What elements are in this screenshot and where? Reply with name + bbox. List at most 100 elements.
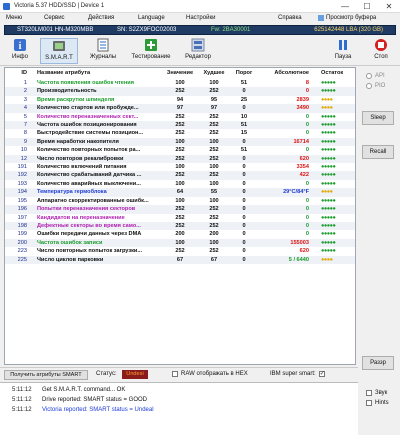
test-tab-button[interactable]: Тестирование [128, 38, 174, 64]
table-row[interactable]: 10 Количество повторных попыток ра... 252 2… [5, 146, 355, 154]
log-message: Get S.M.A.R.T. command... OK [42, 387, 126, 393]
menu-main[interactable]: Меню [6, 15, 22, 21]
table-row[interactable]: 12 Число повторов рекалибровки 252 252 0 620 ●… [5, 154, 355, 164]
smart-tab-button[interactable]: S.M.A.R.T [40, 38, 78, 64]
col-value[interactable]: Значение [161, 68, 199, 79]
attr-name: Частота ошибок записи [33, 238, 161, 248]
attr-name: Частота ошибок позиционирования [33, 121, 161, 130]
table-row[interactable]: 194 Температура гермоблока 64 55 0 29°C/84°F ●… [5, 188, 355, 197]
attr-name: Количество включений питания [37, 164, 127, 171]
table-row[interactable]: 223 Число повторных попыток загрузки... 25… [5, 247, 355, 255]
hints-checkbox[interactable]: Hints [366, 400, 389, 406]
table-row[interactable]: 9 Время наработки накопителя 100 100 0 16714 ●… [5, 137, 355, 147]
stop-button[interactable]: Стоп [366, 38, 396, 64]
table-row[interactable]: 200 Частота ошибок записи 100 100 0 155003 ●●●… [5, 238, 355, 248]
editor-tab-button[interactable]: Редактор [180, 38, 216, 64]
attr-raw: 155003 [259, 238, 315, 248]
table-row[interactable]: 4 Количество стартов или пробужде... 97 97 0… [5, 104, 355, 113]
attr-raw: 0 [305, 197, 309, 204]
table-row[interactable]: 191 Количество включений питания 100 100 0 33… [5, 163, 355, 171]
col-worst[interactable]: Худшее [199, 68, 229, 79]
attr-raw: 422 [259, 171, 315, 180]
table-row[interactable]: 225 Число циклов парковки 67 67 0 5 / 6440 ●●●… [5, 255, 355, 264]
ibm-smart-checkbox[interactable]: IBM super smart: [270, 370, 328, 377]
menu-settings[interactable]: Настройки [186, 15, 215, 21]
attr-value: 100 [161, 238, 199, 248]
maximize-button[interactable]: ☐ [356, 0, 378, 13]
minimize-button[interactable]: — [334, 0, 356, 13]
attr-id: 223 [17, 248, 27, 255]
attr-raw: 0 [259, 221, 315, 231]
attr-id: 10 [20, 147, 27, 154]
logs-tab-button[interactable]: Журналы [84, 38, 122, 64]
table-row[interactable]: 195 Аппаратно скорректированные ошибк... 1… [5, 197, 355, 205]
pause-button[interactable]: Пауза [328, 38, 358, 64]
razer-button[interactable]: Раззр [362, 356, 394, 370]
attr-raw: 620 [259, 154, 315, 164]
pio-radio-label: PIO [375, 83, 386, 89]
smart-table[interactable]: ID Название атрибута Значение Худшее Пор… [4, 67, 356, 365]
info-icon: i [14, 39, 26, 52]
table-row[interactable]: 8 Быстродействие системы позицион... 252 25… [5, 129, 355, 137]
menu-bar: Меню Сервис Действия Language Настройки … [0, 13, 400, 24]
attr-worst: 252 [199, 205, 229, 214]
attr-name: Кандидатов на переназначение [37, 214, 125, 221]
table-row[interactable]: 192 Количество срабатываний датчика ... 25… [5, 171, 355, 180]
menu-language[interactable]: Language [138, 15, 165, 21]
status-badge: Undesi [122, 370, 148, 379]
sound-checkbox[interactable]: Звук [366, 390, 387, 396]
menu-actions[interactable]: Действия [88, 15, 114, 21]
attr-id: 198 [5, 221, 33, 231]
table-row[interactable]: 2 Производительность 252 252 0 0 ●●●●● [5, 87, 355, 96]
attr-health: ●●●●● [315, 221, 355, 231]
attr-raw: 0 [305, 180, 309, 187]
col-raw[interactable]: Абсолютное [259, 68, 315, 79]
api-radio[interactable]: API [366, 73, 385, 79]
attr-worst: 97 [199, 104, 229, 113]
menu-buffer-view[interactable]: Просмотр буфера [318, 15, 376, 21]
log-time: 5:11:12 [12, 397, 32, 403]
table-row[interactable]: 199 Ошибки передачи данных через DMA 200 20… [5, 230, 355, 238]
attr-worst: 252 [209, 147, 219, 154]
attr-name: Ошибки передачи данных через DMA [37, 231, 142, 238]
raw-hex-checkbox[interactable]: RAW отображать в HEX [172, 371, 248, 377]
table-row[interactable]: 196 Попытки переназначения секторов 252 252… [5, 205, 355, 214]
table-row[interactable]: 1 Частота появления ошибок чтения 100 100 51… [5, 79, 355, 87]
info-tab-button[interactable]: i Инфо [4, 38, 36, 64]
col-id[interactable]: ID [5, 68, 33, 79]
hints-box[interactable] [366, 400, 372, 406]
attr-health: ●●●●● [315, 238, 355, 248]
attr-id: 192 [5, 171, 33, 180]
pio-radio-circle[interactable] [366, 83, 372, 89]
log-line: 5:11:12 Drive reported: SMART status = GO… [12, 397, 147, 403]
pio-radio[interactable]: PIO [366, 83, 385, 89]
table-row[interactable]: 3 Время раскрутки шпинделя 94 95 25 2839 ●●●● [5, 96, 355, 104]
recall-button[interactable]: Recall [362, 145, 394, 159]
drive-firmware: Fw: 2BA30001 [211, 27, 251, 33]
col-health[interactable]: Остаток [315, 68, 355, 79]
sound-box[interactable] [366, 390, 372, 396]
close-button[interactable]: ✕ [378, 0, 400, 13]
menu-service[interactable]: Сервис [44, 15, 65, 21]
drive-model[interactable]: ST320LM001 HN-M320MBB [17, 27, 93, 33]
ibm-smart-box[interactable] [318, 370, 325, 377]
table-row[interactable]: 193 Количество аварийных выключени... 100 1… [5, 180, 355, 188]
table-row[interactable]: 198 Дефектные секторы во время само... 252… [5, 221, 355, 231]
attr-id: 195 [17, 197, 27, 204]
attr-raw: 0 [305, 147, 309, 154]
menu-help[interactable]: Справка [278, 15, 302, 21]
attr-name: Число повторов рекалибровки [33, 154, 161, 164]
table-row[interactable]: 197 Кандидатов на переназначение 252 252 0 0 ●… [5, 214, 355, 222]
col-threshold[interactable]: Порог [229, 68, 259, 79]
sleep-button[interactable]: Sleep [362, 111, 394, 125]
col-name[interactable]: Название атрибута [33, 68, 161, 79]
attr-raw: 29°C/84°F [259, 188, 315, 197]
attr-raw: 0 [305, 231, 309, 238]
get-smart-button[interactable]: Получить атрибуты SMART [4, 370, 88, 380]
table-row[interactable]: 7 Частота ошибок позиционирования 252 252 51… [5, 121, 355, 130]
api-radio-circle[interactable] [366, 73, 372, 79]
raw-hex-box[interactable] [172, 371, 178, 377]
log-panel[interactable]: 5:11:12 Get S.M.A.R.T. command... OK 5:11… [0, 382, 358, 435]
table-row[interactable]: 5 Количество переназначенных сект... 252 25… [5, 113, 355, 121]
attr-threshold: 0 [242, 231, 246, 238]
